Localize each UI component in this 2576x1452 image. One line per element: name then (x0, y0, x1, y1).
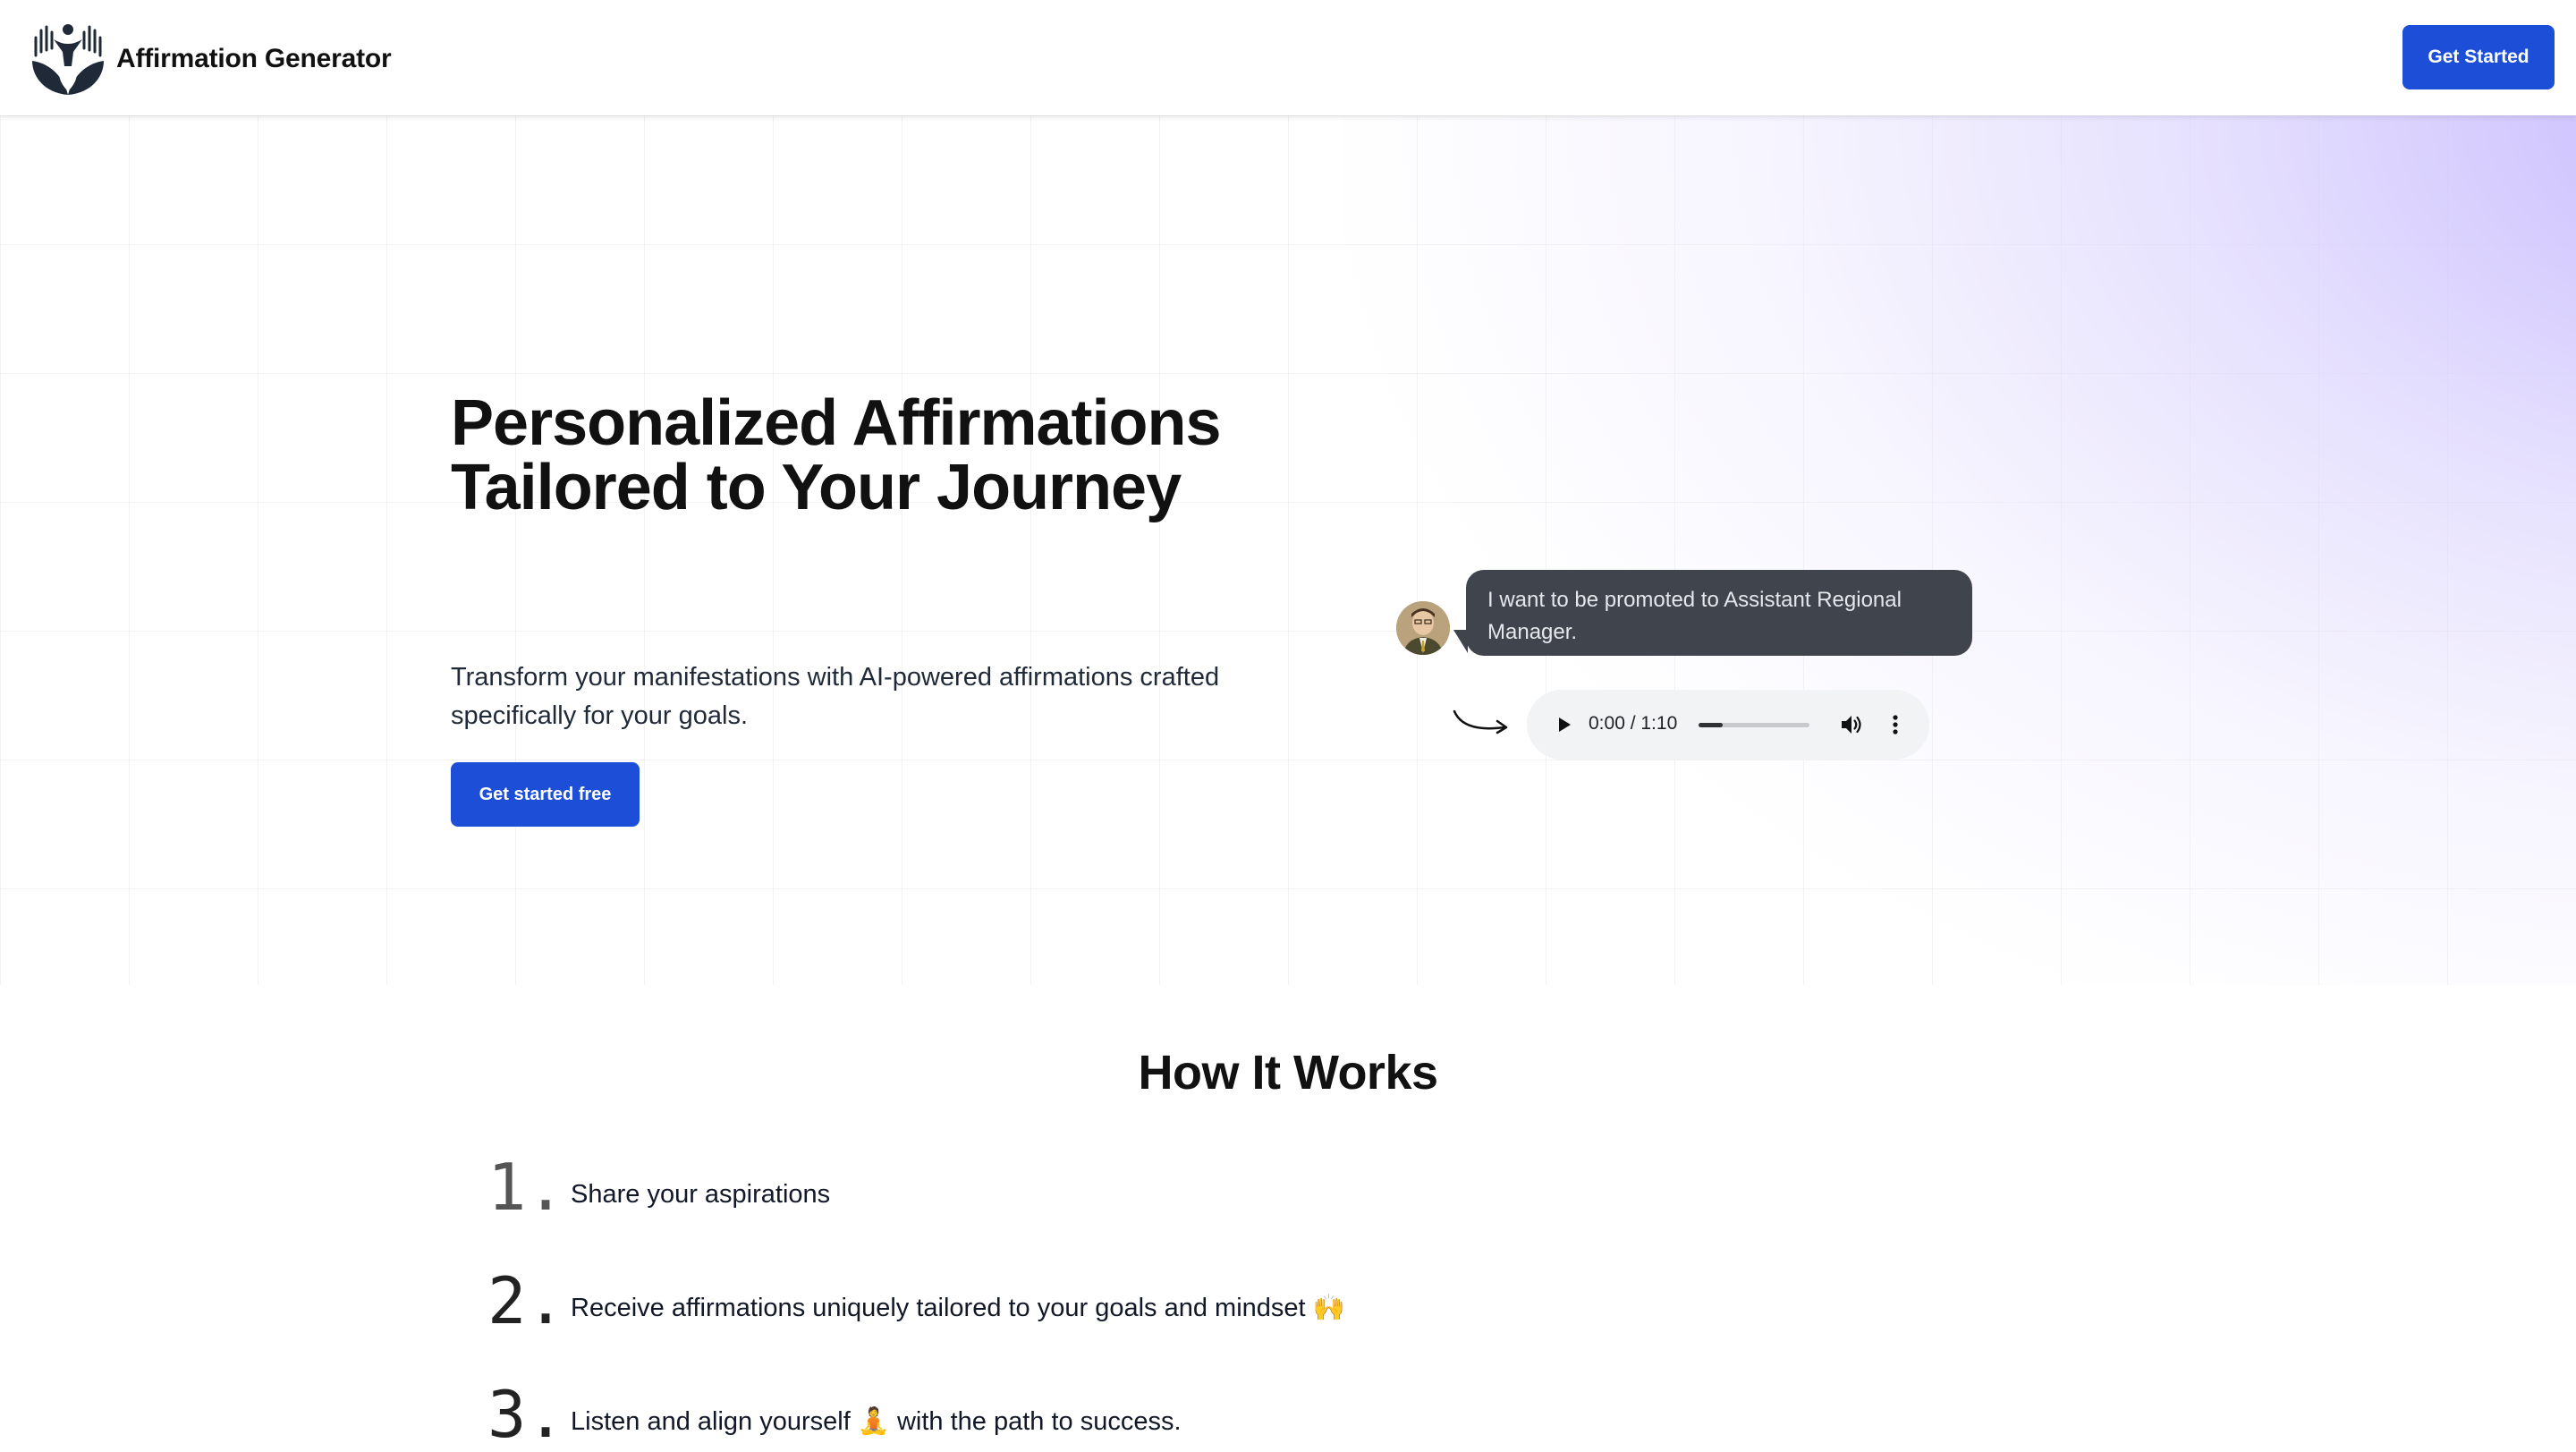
brand-name: Affirmation Generator (116, 44, 392, 73)
step-number: 3. (487, 1377, 565, 1452)
step-item: 3. Listen and align yourself 🧘 with the … (487, 1371, 1919, 1451)
step-text: Listen and align yourself 🧘 with the pat… (571, 1407, 1182, 1436)
curved-arrow-icon (1453, 709, 1508, 734)
avatar (1396, 601, 1450, 655)
audio-progress-fill (1699, 723, 1724, 727)
hero-title-line-2: Tailored to Your Journey (451, 452, 1182, 523)
step-item: 2. Receive affirmations uniquely tailore… (487, 1257, 1919, 1337)
audio-player[interactable]: 0:00 / 1:10 (1527, 690, 1929, 760)
get-started-button[interactable]: Get Started (2402, 25, 2555, 89)
hero-gradient-glow (1342, 115, 2576, 985)
audio-progress-track[interactable] (1699, 723, 1809, 727)
step-text: Receive affirmations uniquely tailored t… (571, 1294, 1345, 1322)
brand[interactable]: Affirmation Generator (27, 21, 392, 97)
play-icon[interactable] (1553, 714, 1574, 735)
step-text: Share your aspirations (571, 1180, 831, 1209)
get-started-free-button[interactable]: Get started free (451, 762, 640, 827)
hero-subtitle: Transform your manifestations with AI-po… (451, 663, 1220, 730)
volume-icon[interactable] (1838, 711, 1865, 738)
step-item: 1. Share your aspirations (487, 1143, 1919, 1224)
step-number: 1. (487, 1150, 565, 1225)
hero-title: Personalized Affirmations Tailored to Yo… (451, 391, 1345, 520)
chat-bubble: I want to be promoted to Assistant Regio… (1466, 570, 1972, 656)
hero-title-line-1: Personalized Affirmations (451, 387, 1222, 459)
lotus-hands-logo-icon (32, 24, 104, 95)
user-avatar-icon (1396, 601, 1450, 655)
hero-section: Personalized Affirmations Tailored to Yo… (0, 115, 2576, 985)
how-it-works-title: How It Works (1138, 1046, 1438, 1100)
site-header: Affirmation Generator Get Started (0, 0, 2576, 115)
audio-time: 0:00 / 1:10 (1589, 713, 1678, 734)
step-number: 2. (487, 1263, 565, 1338)
more-vertical-icon[interactable] (1882, 711, 1909, 738)
